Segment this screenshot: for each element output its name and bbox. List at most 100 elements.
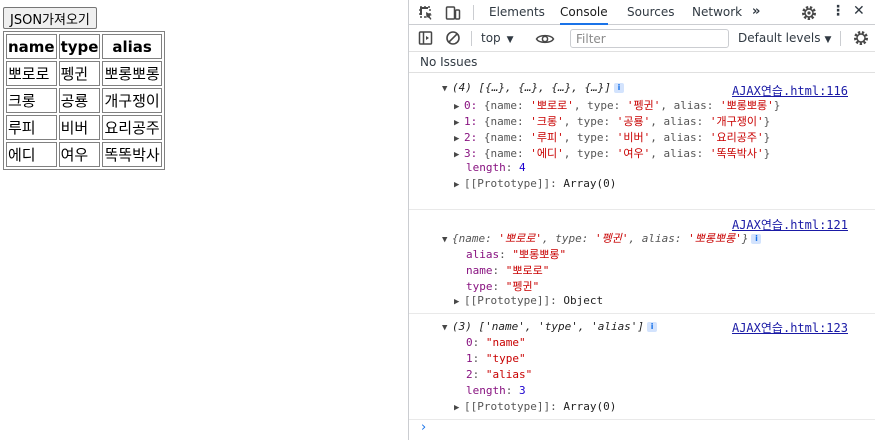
page-viewport: JSON가져오기 name type alias 뽀로로 펭귄 뽀롱뽀롱 크롱 … [0, 0, 408, 440]
log-summary-row[interactable]: ▼ (3) ['name', 'type', 'alias'] i [409, 320, 875, 336]
devtools-tabbar: Elements Console Sources Network » ⋮ ✕ [409, 0, 875, 25]
cell-name: 뽀로로 [6, 61, 57, 86]
cell-name: 루피 [6, 115, 57, 140]
collapse-triangle-icon[interactable]: ▶ [454, 403, 464, 413]
object-prop-row: type: "펭귄" [466, 280, 540, 293]
clear-console-icon[interactable] [444, 29, 462, 47]
array-item-row[interactable]: ▶ 3: {name: '에디', type: '여우', alias: '똑똑박… [409, 145, 875, 161]
more-tabs-icon[interactable]: » [752, 0, 760, 25]
item-index: 2 [464, 131, 471, 144]
prototype-row[interactable]: ▶ [[Prototype]]: Object [409, 294, 875, 310]
cell-alias: 뽀롱뽀롱 [102, 61, 162, 86]
collapse-triangle-icon[interactable]: ▶ [454, 118, 464, 128]
prop-value: "뽀로로" [505, 264, 550, 277]
expand-triangle-icon[interactable]: ▼ [442, 323, 452, 333]
table-row: 루피 비버 요리공주 [6, 115, 162, 140]
collapse-triangle-icon[interactable]: ▶ [454, 102, 464, 112]
item-alias: '요리공주' [709, 131, 764, 144]
settings-gear-icon[interactable] [800, 4, 818, 22]
tab-elements[interactable]: Elements [489, 0, 545, 25]
array-item-row[interactable]: ▶ 0: {name: '뽀로로', type: '펭귄', alias: '뽀롱… [409, 97, 875, 113]
prop-value: "뽀롱뽀롱" [512, 248, 567, 261]
log-levels-dropdown[interactable]: Default levels ▼ [738, 31, 831, 45]
toolbar-divider [471, 31, 472, 46]
info-icon[interactable]: i [613, 83, 624, 93]
array-item-row[interactable]: ▶ 1: {name: '크롱', type: '공룡', alias: '개구쟁… [409, 113, 875, 129]
live-expression-eye-icon[interactable] [535, 30, 555, 48]
context-selector[interactable]: top ▼ [481, 31, 514, 45]
sidebar-toggle-icon[interactable] [417, 29, 435, 47]
summary-alias: '뽀롱뽀롱' [688, 232, 742, 245]
issues-text: No Issues [420, 55, 478, 69]
tab-network[interactable]: Network [692, 0, 742, 25]
array-item-row[interactable]: ▶ 2: {name: '루피', type: '비버', alias: '요리공… [409, 129, 875, 145]
expand-triangle-icon[interactable]: ▼ [442, 84, 452, 94]
prototype-row[interactable]: ▶ [[Prototype]]: Array(0) [409, 400, 875, 416]
array-summary: (4) [{…}, {…}, {…}, {…}] [452, 81, 611, 94]
console-prompt[interactable]: › [421, 420, 426, 435]
item-index: 2 [466, 368, 473, 381]
header-type: type [58, 34, 101, 59]
array-item-row: 0: "name" [466, 336, 526, 349]
expand-triangle-icon[interactable]: ▼ [442, 235, 452, 245]
data-table: name type alias 뽀로로 펭귄 뽀롱뽀롱 크롱 공룡 개구쟁이 루… [3, 31, 165, 170]
collapse-triangle-icon[interactable]: ▶ [454, 150, 464, 160]
item-value: "name" [485, 336, 526, 349]
more-options-icon[interactable]: ⋮ [831, 0, 845, 25]
log-summary-row[interactable]: ▼ (4) [{…}, {…}, {…}, {…}] i [409, 81, 875, 97]
toolbar-divider [840, 31, 841, 46]
item-index: 0 [464, 99, 471, 112]
item-name: '에디' [530, 147, 564, 160]
item-name: '크롱' [530, 115, 564, 128]
collapse-triangle-icon[interactable]: ▶ [454, 297, 464, 307]
prop-key: type [466, 280, 493, 293]
info-icon[interactable]: i [647, 322, 658, 332]
console-toolbar: top▼ Default levels▼ [409, 25, 875, 52]
item-type: '공룡' [616, 115, 651, 128]
cell-alias: 요리공주 [102, 115, 162, 140]
item-index: 1 [466, 352, 473, 365]
table-row: 크롱 공룡 개구쟁이 [6, 88, 162, 113]
dropdown-caret-icon: ▼ [506, 35, 514, 45]
cell-type: 여우 [58, 142, 101, 167]
summary-type: '펭귄' [594, 232, 629, 245]
item-index: 3 [464, 147, 471, 160]
table-row: 에디 여우 똑똑박사 [6, 142, 162, 167]
issues-bar[interactable]: No Issues [409, 52, 875, 73]
console-message: AJAX연습.html:121 ▼ {name: '뽀로로', type: '펭귄… [409, 210, 875, 314]
length-value: 3 [519, 384, 526, 397]
array-item-row: 2: "alias" [466, 368, 533, 381]
collapse-triangle-icon[interactable]: ▶ [454, 180, 464, 190]
prototype-row[interactable]: ▶ [[Prototype]]: Array(0) [409, 177, 875, 193]
collapse-triangle-icon[interactable]: ▶ [454, 134, 464, 144]
info-icon[interactable]: i [751, 234, 762, 244]
inspect-element-icon[interactable] [417, 4, 435, 22]
length-row: length: 4 [466, 161, 526, 174]
console-messages: AJAX연습.html:116 ▼ (4) [{…}, {…}, {…}, {…}… [409, 74, 875, 420]
object-prop-row: alias: "뽀롱뽀롱" [466, 248, 567, 261]
tab-console[interactable]: Console [560, 0, 608, 25]
item-name: '루피' [530, 131, 564, 144]
console-filter-input[interactable] [570, 29, 729, 48]
cell-type: 공룡 [58, 88, 101, 113]
item-alias: '개구쟁이' [709, 115, 764, 128]
array-item-row: 1: "type" [466, 352, 526, 365]
prop-value: "펭귄" [505, 280, 540, 293]
console-message: AJAX연습.html:116 ▼ (4) [{…}, {…}, {…}, {…}… [409, 74, 875, 210]
close-devtools-icon[interactable]: ✕ [853, 0, 865, 25]
cell-name: 크롱 [6, 88, 57, 113]
dropdown-caret-icon: ▼ [824, 35, 832, 45]
console-settings-gear-icon[interactable] [852, 29, 870, 47]
devtools-panel: Elements Console Sources Network » ⋮ ✕ t… [408, 0, 875, 440]
fetch-json-button[interactable]: JSON가져오기 [3, 7, 97, 29]
item-value: "type" [485, 352, 526, 365]
log-summary-row[interactable]: ▼ {name: '뽀로로', type: '펭귄', alias: '뽀롱뽀롱'… [409, 230, 875, 246]
summary-name: '뽀로로' [498, 232, 542, 245]
item-type: '펭귄' [626, 99, 661, 112]
item-index: 0 [466, 336, 473, 349]
device-toolbar-icon[interactable] [444, 4, 462, 22]
tab-sources[interactable]: Sources [627, 0, 674, 25]
prototype-value: Object [563, 294, 604, 307]
item-type: '비버' [616, 131, 651, 144]
length-value: 4 [519, 161, 526, 174]
